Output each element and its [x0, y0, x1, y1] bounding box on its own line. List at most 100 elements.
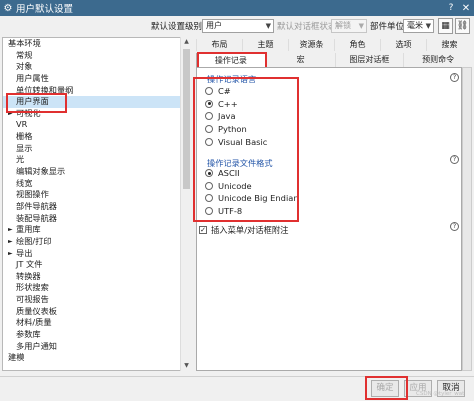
level-select[interactable]: 用户 ▼: [202, 19, 274, 33]
level-select-value: 用户: [206, 21, 222, 30]
radio-option[interactable]: C++: [205, 98, 238, 110]
tree-scrollbar[interactable]: ▲ ▼: [180, 37, 191, 371]
tree-item[interactable]: ► 重用库: [3, 224, 190, 236]
tree-item-label: 单位转换和量纲: [16, 84, 74, 95]
help-icon[interactable]: ?: [450, 222, 459, 231]
radio-option[interactable]: Java: [205, 110, 236, 122]
tree-item-label: 视图操作: [16, 189, 49, 200]
tree-item[interactable]: 对象: [3, 61, 190, 73]
help-icon[interactable]: ?: [450, 155, 459, 164]
tree-item-label: 编辑对象显示: [16, 166, 66, 177]
expand-arrow-icon[interactable]: ►: [8, 108, 13, 120]
tree-item[interactable]: 视图操作: [3, 189, 190, 201]
grid-settings-icon[interactable]: ▦: [438, 18, 453, 34]
radio-option[interactable]: C#: [205, 85, 231, 97]
tree-item[interactable]: 多用户通知: [3, 341, 190, 353]
tree-item-label: 可视报告: [16, 294, 49, 305]
radio-option[interactable]: ASCII: [205, 167, 240, 179]
radio-button[interactable]: [205, 169, 213, 177]
tree-item[interactable]: ► 可视化: [3, 108, 190, 120]
radio-label: Visual Basic: [218, 136, 268, 147]
tree-item-label: 转换器: [16, 270, 41, 281]
radio-button[interactable]: [205, 194, 213, 203]
close-icon[interactable]: ✕: [458, 3, 474, 14]
tree-item[interactable]: 用户界面: [3, 96, 190, 108]
scroll-up-icon[interactable]: ▲: [181, 37, 192, 47]
panel-scrollbar[interactable]: [462, 67, 472, 371]
insert-note-option[interactable]: ✓ 插入菜单/对话框附注: [199, 224, 288, 236]
ok-button[interactable]: 确定: [371, 380, 399, 397]
tree-item[interactable]: 用户属性: [3, 73, 190, 85]
radio-option[interactable]: Visual Basic: [205, 136, 267, 148]
radio-button[interactable]: [205, 207, 213, 216]
state-label: 默认对话框状态: [277, 22, 337, 32]
radio-option[interactable]: Unicode Big Endian: [205, 192, 299, 204]
tab[interactable]: 宏: [265, 53, 335, 67]
tree-item[interactable]: ► 绘图/打印: [3, 236, 190, 248]
tree-item[interactable]: 转换器: [3, 271, 190, 283]
tree-item-label: JT 文件: [16, 259, 43, 270]
tree-item-label: 装配导航器: [16, 212, 57, 223]
tree-item[interactable]: 参数库: [3, 329, 190, 341]
scroll-down-icon[interactable]: ▼: [181, 361, 192, 371]
help-icon[interactable]: ?: [450, 73, 459, 82]
tree-item[interactable]: 部件导航器: [3, 201, 190, 213]
expand-arrow-icon[interactable]: ►: [8, 248, 13, 260]
tree-item[interactable]: 可视报告: [3, 294, 190, 306]
tree-item-label: 质量仪表板: [16, 305, 57, 316]
radio-button[interactable]: [205, 181, 213, 190]
radio-button[interactable]: [205, 99, 213, 108]
tree-item[interactable]: 建模: [3, 352, 190, 364]
tree-item-label: 常规: [16, 49, 33, 60]
tree-item[interactable]: 光: [3, 154, 190, 166]
tab[interactable]: 主题: [242, 39, 288, 51]
insert-note-checkbox[interactable]: ✓: [199, 226, 207, 234]
radio-button[interactable]: [205, 87, 213, 95]
tab[interactable]: 资源条: [288, 39, 334, 51]
tree-item-label: 线宽: [16, 177, 33, 188]
tree-item[interactable]: 线宽: [3, 178, 190, 190]
radio-label: Java: [218, 111, 236, 122]
unit-select[interactable]: 毫米 ▼: [403, 19, 434, 33]
language-group-title: 操作记录语言: [207, 74, 257, 84]
tab[interactable]: 选项: [380, 39, 426, 51]
tree-item[interactable]: 材料/质量: [3, 317, 190, 329]
radio-label: C++: [218, 98, 238, 109]
tree-item[interactable]: 编辑对象显示: [3, 166, 190, 178]
radio-option[interactable]: Unicode: [205, 180, 252, 192]
tree-item[interactable]: VR: [3, 119, 190, 131]
tree-item[interactable]: 栅格: [3, 131, 190, 143]
gear-icon: ⚙: [3, 2, 13, 14]
tree-item[interactable]: 显示: [3, 143, 190, 155]
radio-option[interactable]: UTF-8: [205, 205, 242, 217]
radio-button[interactable]: [205, 112, 213, 121]
window-title: 用户默认设置: [16, 4, 74, 15]
tab[interactable]: 搜索: [426, 39, 472, 51]
tree-item[interactable]: 常规: [3, 50, 190, 62]
radio-button[interactable]: [205, 137, 213, 146]
tree-item[interactable]: ► 导出: [3, 248, 190, 260]
title-bar: ⚙ 用户默认设置 ? ✕: [0, 0, 474, 16]
category-tree[interactable]: 基本环境 常规 对象 用户属性 单位转换和量纲 用户界面 ► 可视化 VR 栅格 显示光编辑对象显示…: [2, 37, 191, 371]
scroll-thumb[interactable]: [183, 49, 190, 189]
tree-item[interactable]: 单位转换和量纲: [3, 85, 190, 97]
tree-item-label: 参数库: [16, 329, 41, 340]
tab[interactable]: 图层对话框: [334, 53, 404, 67]
tree-item[interactable]: 质量仪表板: [3, 306, 190, 318]
tree-item[interactable]: JT 文件: [3, 259, 190, 271]
tab[interactable]: 操作记录: [196, 53, 266, 67]
radio-label: Unicode Big Endian: [218, 193, 299, 204]
tab[interactable]: 角色: [334, 39, 380, 51]
expand-arrow-icon[interactable]: ►: [8, 224, 13, 236]
radio-option[interactable]: Python: [205, 123, 247, 135]
radio-button[interactable]: [205, 125, 213, 134]
link-settings-icon[interactable]: ⛓: [455, 18, 470, 34]
tree-item[interactable]: 形状搜索: [3, 282, 190, 294]
help-icon[interactable]: ?: [444, 3, 458, 13]
tabs-row-1: 布局 主题 资源条 角色 选项 搜索: [196, 39, 472, 51]
expand-arrow-icon[interactable]: ►: [8, 236, 13, 248]
tab[interactable]: 预则命令: [403, 53, 472, 67]
tree-item[interactable]: 装配导航器: [3, 213, 190, 225]
tab[interactable]: 布局: [196, 39, 242, 51]
tree-item[interactable]: 基本环境: [3, 38, 190, 50]
